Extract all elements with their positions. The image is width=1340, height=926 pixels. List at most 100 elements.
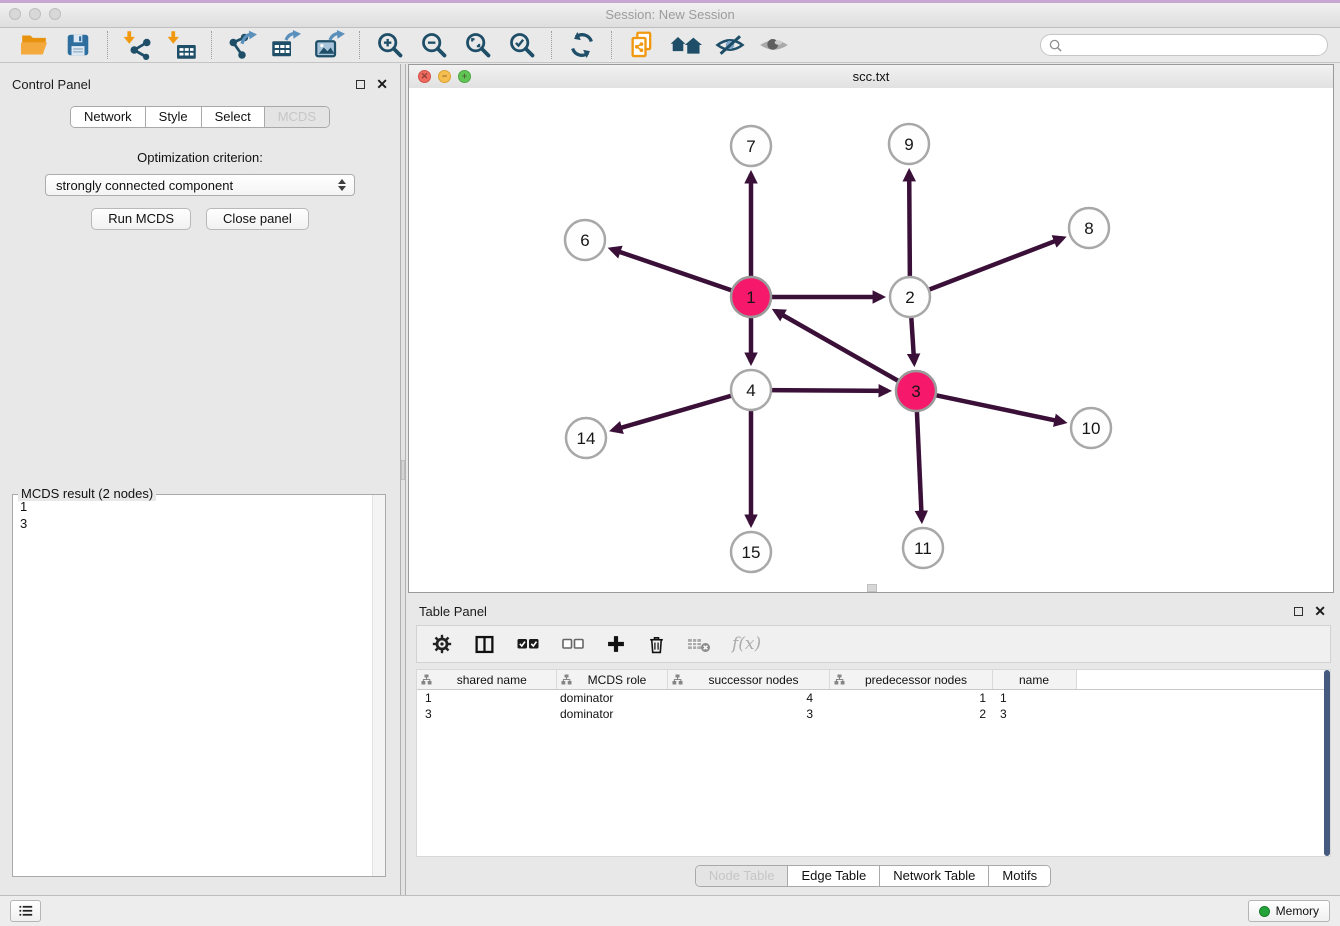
tab-style[interactable]: Style — [146, 107, 202, 127]
graph-node-11[interactable]: 11 — [903, 528, 943, 568]
graph-node-6[interactable]: 6 — [565, 220, 605, 260]
add-column-button[interactable] — [606, 634, 626, 654]
graph-edge-3-10[interactable] — [933, 395, 1064, 423]
graph-node-15[interactable]: 15 — [731, 532, 771, 572]
show-columns-button[interactable] — [474, 634, 495, 655]
export-image-icon — [315, 30, 345, 60]
column-header-successor-nodes[interactable]: successor nodes — [667, 670, 829, 690]
close-panel-button[interactable]: Close panel — [206, 208, 309, 230]
graph-node-3[interactable]: 3 — [896, 371, 936, 411]
apply-function-button[interactable]: f(x) — [732, 634, 761, 654]
graph-node-7[interactable]: 7 — [731, 126, 771, 166]
graph-node-8[interactable]: 8 — [1069, 208, 1109, 248]
import-network-button[interactable] — [120, 29, 156, 61]
application-window: Session: New Session — [0, 0, 1340, 926]
graph-node-2[interactable]: 2 — [890, 277, 930, 317]
zoom-selected-icon — [508, 31, 536, 59]
refresh-button[interactable] — [564, 29, 600, 61]
tab-network[interactable]: Network — [71, 107, 146, 127]
tab-mcds[interactable]: MCDS — [265, 107, 329, 127]
close-panel-icon[interactable]: ✕ — [376, 77, 388, 91]
export-network-button[interactable] — [224, 29, 260, 61]
zoom-out-button[interactable] — [416, 29, 452, 61]
tab-network-table[interactable]: Network Table — [880, 866, 989, 886]
graph-edge-4-14[interactable] — [613, 395, 735, 430]
search-field[interactable] — [1040, 34, 1328, 56]
toolbar-separator — [211, 31, 213, 59]
graph-node-9[interactable]: 9 — [889, 124, 929, 164]
zoom-selected-button[interactable] — [504, 29, 540, 61]
network-close-button[interactable]: ✕ — [418, 70, 431, 83]
graph-edge-4-3[interactable] — [768, 390, 888, 391]
zoom-in-button[interactable] — [372, 29, 408, 61]
hide-button[interactable] — [712, 29, 748, 61]
control-panel-tabs: Network Style Select MCDS — [0, 106, 400, 128]
delete-table-button[interactable] — [687, 634, 711, 654]
graph-node-4[interactable]: 4 — [731, 370, 771, 410]
tab-motifs[interactable]: Motifs — [989, 866, 1050, 886]
criterion-select[interactable]: strongly connected component — [45, 174, 355, 196]
open-session-button[interactable] — [16, 29, 52, 61]
criterion-value: strongly connected component — [56, 178, 233, 193]
toolbar-separator — [611, 31, 613, 59]
network-minimize-button[interactable]: − — [438, 70, 451, 83]
float-table-panel-icon[interactable] — [1294, 607, 1303, 616]
graph-edge-2-8[interactable] — [926, 238, 1063, 291]
column-header-name[interactable]: name — [992, 670, 1076, 690]
export-image-button[interactable] — [312, 29, 348, 61]
mcds-result-box: 1 3 — [12, 494, 386, 877]
export-table-button[interactable] — [268, 29, 304, 61]
zoom-fit-button[interactable] — [460, 29, 496, 61]
homes-button[interactable] — [668, 29, 704, 61]
canvas-resize-handle[interactable] — [867, 584, 877, 592]
graph-node-14[interactable]: 14 — [566, 418, 606, 458]
export-network-icon — [227, 30, 257, 60]
add-icon — [606, 634, 626, 654]
column-header-mcds-role[interactable]: MCDS role — [556, 670, 667, 690]
import-table-button[interactable] — [164, 29, 200, 61]
svg-text:1: 1 — [746, 288, 755, 307]
deselect-all-button[interactable] — [561, 635, 585, 653]
column-header-predecessor-nodes[interactable]: predecessor nodes — [829, 670, 992, 690]
graph-edge-2-9[interactable] — [909, 172, 910, 280]
network-graph[interactable]: 1 2 3 4 6 7 8 9 10 11 14 15 — [409, 88, 1333, 592]
graph-node-1[interactable]: 1 — [731, 277, 771, 317]
graph-edge-2-3[interactable] — [911, 314, 914, 363]
mcds-result-legend: MCDS result (2 nodes) — [18, 486, 156, 501]
column-tree-icon — [421, 674, 432, 685]
table-tabs: Node Table Edge Table Network Table Moti… — [406, 857, 1340, 895]
share-document-button[interactable] — [624, 29, 660, 61]
toolbar-separator — [359, 31, 361, 59]
tab-node-table[interactable]: Node Table — [696, 866, 789, 886]
svg-text:6: 6 — [580, 231, 589, 250]
graph-edge-1-6[interactable] — [611, 249, 734, 291]
memory-button[interactable]: Memory — [1248, 900, 1330, 922]
graph-edge-3-11[interactable] — [917, 408, 922, 520]
table-row[interactable]: 1 dominator 4 1 1 — [417, 690, 1330, 707]
delete-column-button[interactable] — [647, 634, 666, 655]
graph-edge-3-1[interactable] — [775, 311, 901, 383]
svg-text:7: 7 — [746, 137, 755, 156]
function-icon: f(x) — [732, 634, 761, 654]
table-row[interactable]: 3 dominator 3 2 3 — [417, 706, 1330, 722]
column-header-shared-name[interactable]: shared name — [417, 670, 556, 690]
select-all-button[interactable] — [516, 635, 540, 653]
network-zoom-button[interactable]: + — [458, 70, 471, 83]
table-settings-button[interactable] — [431, 633, 453, 655]
run-mcds-button[interactable]: Run MCDS — [91, 208, 191, 230]
network-canvas[interactable]: 1 2 3 4 6 7 8 9 10 11 14 15 — [409, 88, 1333, 592]
splitter-grip[interactable] — [401, 460, 405, 480]
table-scrollbar-thumb[interactable] — [1324, 670, 1330, 856]
search-input[interactable] — [1067, 35, 1327, 55]
save-session-button[interactable] — [60, 29, 96, 61]
status-menu-button[interactable] — [10, 900, 41, 922]
svg-text:2: 2 — [905, 288, 914, 307]
close-table-panel-icon[interactable]: ✕ — [1314, 604, 1326, 618]
mcds-result-list[interactable]: 1 3 — [13, 495, 372, 876]
result-scrollbar-track[interactable] — [372, 495, 385, 876]
tab-edge-table[interactable]: Edge Table — [788, 866, 880, 886]
graph-node-10[interactable]: 10 — [1071, 408, 1111, 448]
tab-select[interactable]: Select — [202, 107, 265, 127]
show-button[interactable] — [756, 29, 792, 61]
float-panel-icon[interactable] — [356, 80, 365, 89]
